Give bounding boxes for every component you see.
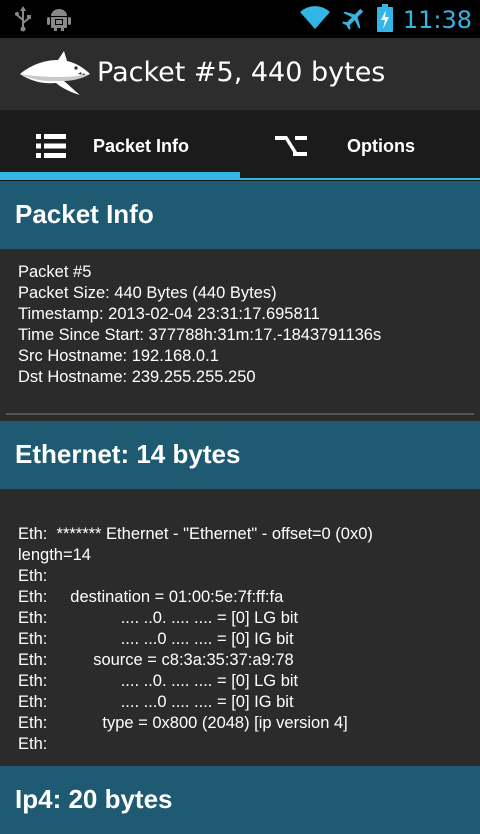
clock: 11:38	[402, 6, 472, 34]
section-title: Packet Info	[15, 199, 154, 229]
options-switch-icon	[275, 136, 307, 160]
info-line: Packet Size: 440 Bytes (440 Bytes)	[18, 284, 277, 302]
airplane-mode-icon	[341, 5, 367, 35]
eth-line: Eth: type = 0x800 (2048) [ip version 4]	[18, 714, 348, 732]
status-bar: 11:38	[0, 0, 480, 38]
usb-icon	[14, 6, 32, 36]
tab-packet-info-label: Packet Info	[93, 136, 190, 156]
tab-options-label: Options	[347, 136, 415, 156]
info-line: Dst Hostname: 239.255.255.250	[18, 368, 256, 386]
section-header-ip4[interactable]: Ip4: 20 bytes	[0, 766, 480, 834]
eth-line: Eth: .... ...0 .... .... = [0] IG bit	[18, 693, 294, 711]
eth-line: Eth: .... ..0. .... .... = [0] LG bit	[18, 672, 299, 690]
app-title: Packet #5, 440 bytes	[97, 57, 386, 88]
eth-line: Eth: .... ...0 .... .... = [0] IG bit	[18, 630, 294, 648]
section-divider	[6, 413, 474, 415]
tab-options[interactable]: Options	[240, 110, 480, 182]
eth-line: length=14	[18, 546, 91, 564]
eth-line: Eth: ******* Ethernet - "Ethernet" - off…	[18, 525, 373, 543]
action-bar: Packet #5, 440 bytes	[0, 38, 480, 110]
section-body-packet-info: Packet #5 Packet Size: 440 Bytes (440 By…	[0, 249, 480, 422]
eth-line: Eth:	[18, 567, 48, 585]
info-line: Timestamp: 2013-02-04 23:31:17.695811	[18, 305, 320, 323]
list-icon	[36, 134, 66, 162]
eth-line: Eth: destination = 01:00:5e:7f:ff:fa	[18, 588, 284, 606]
section-header-packet-info[interactable]: Packet Info	[0, 181, 480, 249]
battery-charging-icon	[376, 4, 393, 36]
section-header-ethernet[interactable]: Ethernet: 14 bytes	[0, 421, 480, 489]
eth-line: Eth:	[18, 735, 48, 753]
section-body-ethernet: Eth: ******* Ethernet - "Ethernet" - off…	[0, 489, 480, 767]
info-line: Packet #5	[18, 263, 92, 281]
shark-logo-icon[interactable]	[18, 50, 92, 100]
info-line: Time Since Start: 377788h:31m:17.-184379…	[18, 326, 382, 344]
android-debug-icon	[46, 6, 72, 36]
selected-tab-indicator	[0, 172, 240, 180]
eth-line: Eth: source = c8:3a:35:37:a9:78	[18, 651, 294, 669]
info-line: Src Hostname: 192.168.0.1	[18, 347, 219, 365]
wifi-icon	[299, 5, 331, 35]
tab-bar-baseline	[240, 178, 480, 180]
eth-line: Eth: .... ..0. .... .... = [0] LG bit	[18, 609, 299, 627]
section-title: Ethernet: 14 bytes	[15, 439, 241, 469]
